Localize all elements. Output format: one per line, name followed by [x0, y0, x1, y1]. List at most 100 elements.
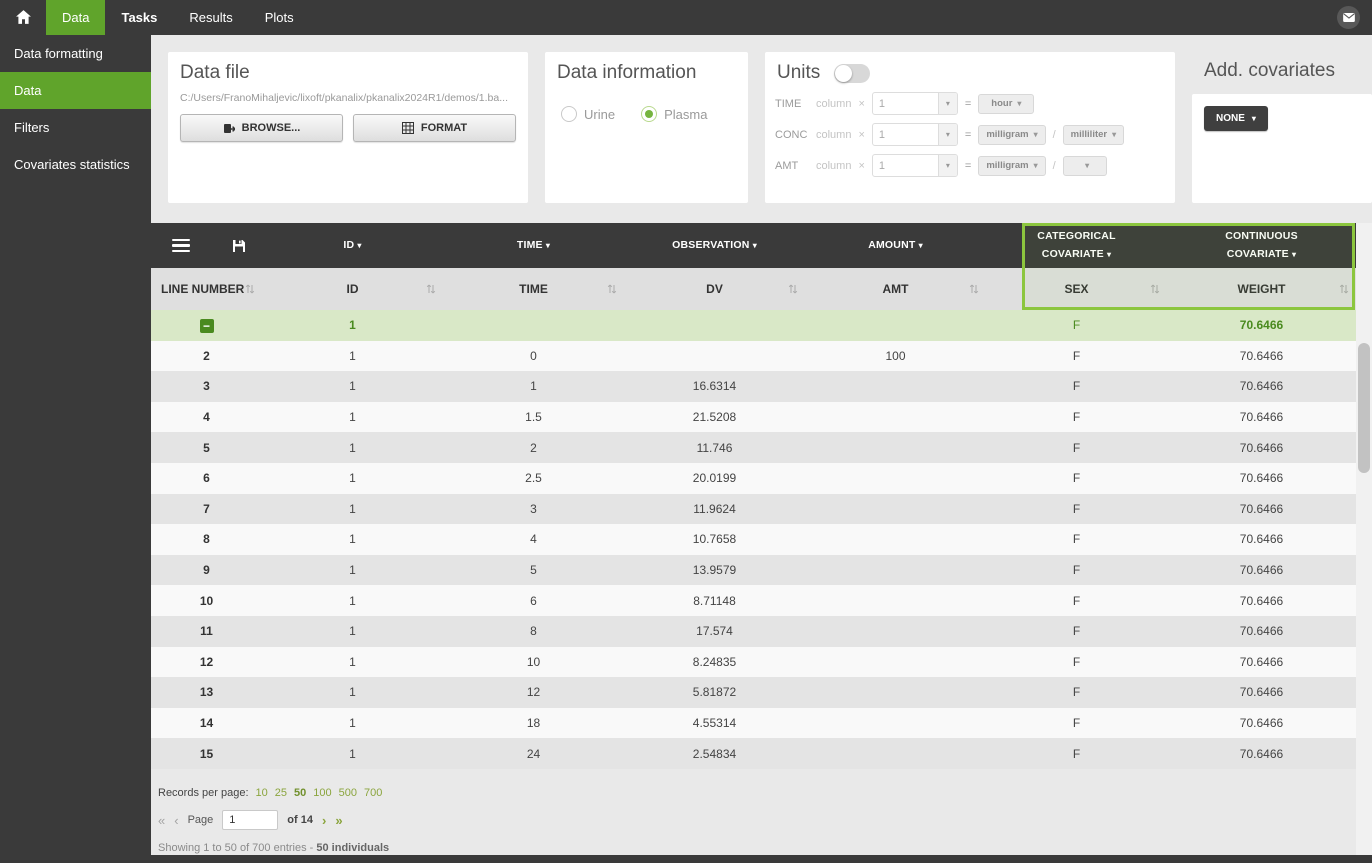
- sidebar-item-data-formatting[interactable]: Data formatting: [0, 35, 151, 72]
- table-row[interactable]: 31116.6314F70.6466: [151, 371, 1356, 402]
- table-row[interactable]: 111817.574F70.6466: [151, 616, 1356, 647]
- topbar: Data Tasks Results Plots: [0, 0, 1372, 35]
- sidebar: Data formatting Data Filters Covariates …: [0, 35, 151, 863]
- units-toggle[interactable]: [834, 64, 870, 83]
- caret-down-icon: ▾: [1292, 250, 1296, 259]
- showing-entries-label: Showing 1 to 50 of 700 entries -: [158, 842, 316, 854]
- home-button[interactable]: [0, 0, 46, 35]
- tab-plots[interactable]: Plots: [249, 0, 310, 35]
- vertical-scrollbar[interactable]: [1356, 223, 1372, 863]
- time-unit-select[interactable]: hour▾: [978, 94, 1034, 114]
- sort-icon[interactable]: [607, 283, 617, 295]
- column-header-line-number[interactable]: LINE NUMBER: [151, 268, 262, 310]
- cell-time: 24: [443, 747, 624, 761]
- table-row[interactable]: 51211.746F70.6466: [151, 432, 1356, 463]
- table-menu-icon[interactable]: [172, 236, 190, 256]
- cell-time: 18: [443, 716, 624, 730]
- table-toolbar-header: ID ▾ TIME ▾ OBSERVATION ▾ AMOUNT ▾ CATEG…: [151, 223, 1356, 268]
- column-header-weight[interactable]: WEIGHT: [1167, 268, 1356, 310]
- table-row[interactable]: 612.520.0199F70.6466: [151, 463, 1356, 494]
- first-page-icon[interactable]: «: [158, 813, 165, 828]
- caret-down-icon[interactable]: ▾: [938, 155, 957, 176]
- conc-numerator-select[interactable]: milligram▾: [978, 125, 1045, 145]
- column-type-menu-time[interactable]: TIME ▾: [443, 223, 624, 268]
- table-row[interactable]: 91513.9579F70.6466: [151, 555, 1356, 586]
- cell-id: 1: [262, 624, 443, 638]
- tab-data[interactable]: Data: [46, 0, 105, 35]
- save-icon[interactable]: [232, 239, 246, 253]
- column-type-menu-continuous-covariate[interactable]: CONTINUOUS COVARIATE ▾: [1167, 223, 1356, 268]
- page-size-option[interactable]: 25: [275, 787, 287, 799]
- caret-down-icon: ▾: [1034, 161, 1038, 170]
- cell-id: 1: [262, 594, 443, 608]
- cell-line: 10: [151, 594, 262, 608]
- cell-weight: 70.6466: [1167, 410, 1356, 424]
- column-type-menu-amount[interactable]: AMOUNT ▾: [805, 223, 986, 268]
- conc-denominator-select[interactable]: milliliter▾: [1063, 125, 1124, 145]
- column-type-menu-id[interactable]: ID ▾: [262, 223, 443, 268]
- column-header-dv[interactable]: DV: [624, 268, 805, 310]
- add-covariates-none-button[interactable]: NONE ▾: [1204, 106, 1268, 131]
- page-size-option[interactable]: 10: [256, 787, 268, 799]
- table-row-individual-group[interactable]: −1F70.6466: [151, 310, 1356, 341]
- column-header-time[interactable]: TIME: [443, 268, 624, 310]
- table-row[interactable]: 131125.81872F70.6466: [151, 677, 1356, 708]
- cell-line: 11: [151, 624, 262, 638]
- cell-sex: F: [986, 410, 1167, 424]
- sort-icon[interactable]: [426, 283, 436, 295]
- individuals-count: 50 individuals: [316, 842, 389, 854]
- prev-page-icon[interactable]: ‹: [174, 813, 178, 828]
- table-row[interactable]: 210100F70.6466: [151, 341, 1356, 372]
- column-type-menu-observation[interactable]: OBSERVATION ▾: [624, 223, 805, 268]
- table-row[interactable]: 71311.9624F70.6466: [151, 494, 1356, 525]
- plasma-radio[interactable]: Plasma: [641, 106, 707, 122]
- amt-numerator-select[interactable]: milligram▾: [978, 156, 1045, 176]
- cell-weight: 70.6466: [1167, 624, 1356, 638]
- sidebar-item-filters[interactable]: Filters: [0, 109, 151, 146]
- amt-multiplier-input[interactable]: [873, 155, 938, 176]
- browse-button[interactable]: BROWSE...: [180, 114, 343, 142]
- sort-icon[interactable]: [245, 283, 255, 295]
- page-label: Page: [188, 814, 214, 826]
- conc-multiplier-input[interactable]: [873, 124, 938, 145]
- scrollbar-thumb[interactable]: [1358, 343, 1370, 473]
- table-row[interactable]: 151242.54834F70.6466: [151, 738, 1356, 769]
- page-size-option[interactable]: 50: [294, 787, 306, 799]
- column-header-sex[interactable]: SEX: [986, 268, 1167, 310]
- sort-icon[interactable]: [969, 283, 979, 295]
- sort-icon[interactable]: [788, 283, 798, 295]
- sort-icon[interactable]: [1339, 283, 1349, 295]
- urine-radio[interactable]: Urine: [561, 106, 615, 122]
- table-row[interactable]: 411.521.5208F70.6466: [151, 402, 1356, 433]
- format-button[interactable]: FORMAT: [353, 114, 516, 142]
- cell-dv: 11.9624: [624, 502, 805, 516]
- table-row[interactable]: 141184.55314F70.6466: [151, 708, 1356, 739]
- page-size-option[interactable]: 500: [339, 787, 357, 799]
- cell-line: 6: [151, 471, 262, 485]
- collapse-group-icon[interactable]: −: [200, 319, 214, 333]
- caret-down-icon[interactable]: ▾: [938, 93, 957, 114]
- caret-down-icon: ▾: [1085, 161, 1089, 170]
- tab-tasks[interactable]: Tasks: [105, 0, 173, 35]
- cell-dv: 13.9579: [624, 563, 805, 577]
- feedback-button[interactable]: [1337, 6, 1360, 29]
- caret-down-icon[interactable]: ▾: [938, 124, 957, 145]
- amt-denominator-select[interactable]: ▾: [1063, 156, 1107, 176]
- time-multiplier-input[interactable]: [873, 93, 938, 114]
- sort-icon[interactable]: [1150, 283, 1160, 295]
- column-type-menu-categorical-covariate[interactable]: CATEGORICAL COVARIATE ▾: [986, 223, 1167, 268]
- equals-icon: =: [965, 160, 971, 172]
- next-page-icon[interactable]: ›: [322, 813, 326, 828]
- table-row[interactable]: 81410.7658F70.6466: [151, 524, 1356, 555]
- column-header-id[interactable]: ID: [262, 268, 443, 310]
- page-number-input[interactable]: [222, 810, 278, 830]
- page-size-option[interactable]: 100: [313, 787, 331, 799]
- sidebar-item-data[interactable]: Data: [0, 72, 151, 109]
- table-row[interactable]: 121108.24835F70.6466: [151, 647, 1356, 678]
- page-size-option[interactable]: 700: [364, 787, 382, 799]
- table-row[interactable]: 10168.71148F70.6466: [151, 585, 1356, 616]
- column-header-amt[interactable]: AMT: [805, 268, 986, 310]
- sidebar-item-covariates-statistics[interactable]: Covariates statistics: [0, 146, 151, 183]
- tab-results[interactable]: Results: [173, 0, 248, 35]
- last-page-icon[interactable]: »: [335, 813, 342, 828]
